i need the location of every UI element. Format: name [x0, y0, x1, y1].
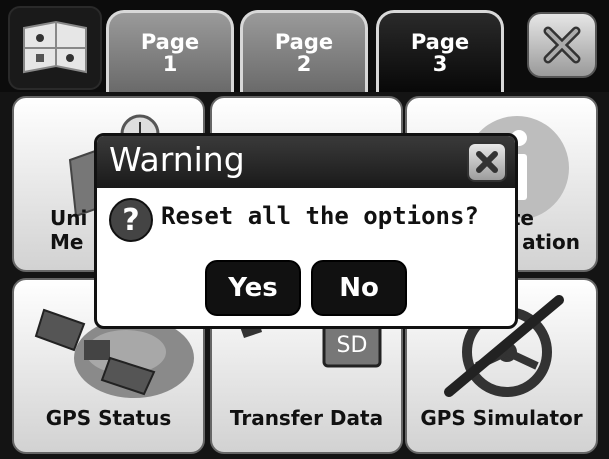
warning-dialog: Warning ? Reset all the options? Yes No — [94, 133, 518, 329]
transfer-data-label: Transfer Data — [229, 406, 384, 430]
device-screen: Page 1 Page 2 Page 3 Uni Me te ation GPS… — [0, 0, 609, 459]
close-icon — [543, 26, 581, 64]
tab-page-3[interactable]: Page 3 — [376, 10, 504, 92]
no-button[interactable]: No — [311, 260, 407, 316]
dialog-title: Warning — [109, 140, 245, 179]
tab-page-2-line1: Page — [274, 29, 334, 54]
tab-page-2-line2: 2 — [296, 51, 312, 76]
question-icon: ? — [109, 198, 153, 242]
tab-page-2[interactable]: Page 2 — [240, 10, 368, 92]
map-button[interactable] — [8, 6, 102, 90]
sd-card-text: SD — [337, 333, 368, 358]
yes-button[interactable]: Yes — [205, 260, 301, 316]
tab-page-3-line2: 3 — [432, 51, 448, 76]
tab-page-1-line2: 1 — [162, 51, 178, 76]
tab-page-1[interactable]: Page 1 — [106, 10, 234, 92]
gps-simulator-label: GPS Simulator — [420, 406, 583, 430]
top-bar: Page 1 Page 2 Page 3 — [0, 0, 609, 92]
dialog-close-button[interactable] — [467, 142, 507, 182]
tab-page-1-line1: Page — [140, 29, 200, 54]
map-icon — [23, 20, 87, 74]
close-button[interactable] — [527, 12, 597, 78]
tab-page-3-line1: Page — [410, 29, 470, 54]
dialog-title-bar: Warning — [97, 136, 515, 188]
gps-status-label: GPS Status — [45, 406, 172, 430]
close-icon — [476, 151, 498, 173]
dialog-message: Reset all the options? — [161, 202, 479, 230]
